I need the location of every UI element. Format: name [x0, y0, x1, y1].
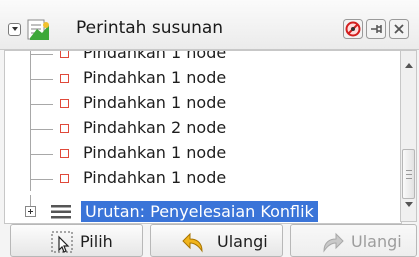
- list-item-label: Pindahkan 1 node: [83, 50, 227, 62]
- undo-button-label: Ulangi: [217, 232, 268, 251]
- history-icon: [27, 19, 49, 40]
- node-icon: [60, 74, 69, 83]
- list-item-label: Pindahkan 2 node: [83, 118, 227, 137]
- node-icon: [60, 124, 69, 133]
- select-button[interactable]: Pilih: [10, 224, 143, 257]
- pin-icon[interactable]: [366, 19, 386, 39]
- list-item[interactable]: Pindahkan 1 node: [5, 50, 401, 66]
- node-icon: [60, 99, 69, 108]
- node-icon: [60, 174, 69, 183]
- delete-icon[interactable]: [343, 19, 363, 39]
- undo-icon: [182, 232, 203, 253]
- close-icon[interactable]: [389, 19, 409, 39]
- list-item-label: Pindahkan 1 node: [83, 168, 227, 187]
- group-row-selected[interactable]: Urutan: Penyelesaian Konflik: [5, 195, 401, 223]
- undo-button[interactable]: Ulangi: [150, 224, 283, 257]
- expand-icon[interactable]: [25, 206, 36, 217]
- list-item[interactable]: Pindahkan 2 node: [5, 105, 401, 141]
- list-item-label: Pindahkan 1 node: [83, 143, 227, 162]
- vertical-scrollbar[interactable]: [400, 50, 417, 222]
- list-item[interactable]: Pindahkan 1 node: [5, 80, 401, 116]
- redo-icon: [323, 232, 344, 253]
- selected-group-label: Urutan: Penyelesaian Konflik: [81, 201, 318, 222]
- scrollbar-thumb[interactable]: [402, 149, 415, 199]
- scroll-down-icon[interactable]: [405, 202, 413, 207]
- node-icon: [60, 51, 69, 58]
- collapse-icon[interactable]: [8, 23, 21, 36]
- scroll-up-icon[interactable]: [405, 63, 413, 68]
- cursor-icon: [51, 231, 73, 253]
- list-item[interactable]: Pindahkan 1 node: [5, 130, 401, 166]
- redo-button-label: Ulangi: [351, 232, 402, 251]
- node-icon: [60, 149, 69, 158]
- command-tree: Pindahkan 1 node Pindahkan 1 node Pindah…: [4, 50, 402, 224]
- list-item[interactable]: Pindahkan 1 node: [5, 55, 401, 91]
- panel-header: Perintah susunan: [0, 0, 419, 50]
- command-history-panel: Perintah susunan Pindahkan 1 node Pindah…: [0, 0, 419, 257]
- list-item-label: Pindahkan 1 node: [83, 93, 227, 112]
- sequence-icon: [51, 205, 71, 219]
- panel-title: Perintah susunan: [76, 18, 224, 38]
- list-item[interactable]: Pindahkan 1 node: [5, 155, 401, 191]
- list-item-label: Pindahkan 1 node: [83, 68, 227, 87]
- redo-button[interactable]: Ulangi: [290, 224, 417, 257]
- select-button-label: Pilih: [80, 232, 113, 251]
